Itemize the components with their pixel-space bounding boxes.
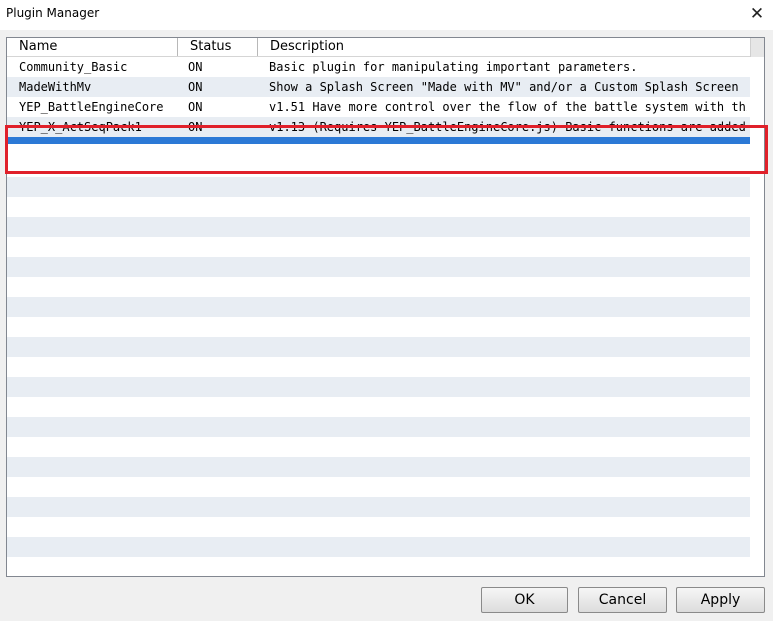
empty-row[interactable] <box>7 197 750 217</box>
plugin-row[interactable]: Community_Basic ON Basic plugin for mani… <box>7 57 750 77</box>
apply-button[interactable]: Apply <box>676 587 765 613</box>
empty-row[interactable] <box>7 317 750 337</box>
plugin-name: YEP_X_ActSeqPack1 <box>19 120 142 134</box>
column-header-status[interactable]: Status <box>178 38 258 56</box>
empty-row[interactable] <box>7 337 750 357</box>
empty-row[interactable] <box>7 217 750 237</box>
empty-row[interactable] <box>7 457 750 477</box>
plugin-name: YEP_BattleEngineCore <box>19 100 164 114</box>
empty-row[interactable] <box>7 477 750 497</box>
empty-row[interactable] <box>7 417 750 437</box>
list-header: Name Status Description <box>7 38 750 57</box>
empty-row[interactable] <box>7 277 750 297</box>
window-title: Plugin Manager <box>6 6 100 20</box>
column-header-name[interactable]: Name <box>7 38 178 56</box>
column-header-description[interactable]: Description <box>258 38 750 56</box>
empty-row[interactable] <box>7 377 750 397</box>
close-icon[interactable]: ✕ <box>741 0 773 28</box>
plugin-row[interactable]: MadeWithMv ON Show a Splash Screen "Made… <box>7 77 750 97</box>
plugin-name: MadeWithMv <box>19 80 92 94</box>
plugin-name: Community_Basic <box>19 60 128 74</box>
dialog-body: Name Status Description Community_Basic … <box>0 30 773 621</box>
plugin-status: ON <box>188 60 203 74</box>
empty-row[interactable] <box>7 357 750 377</box>
plugin-description: Show a Splash Screen "Made with MV" and/… <box>269 80 747 94</box>
empty-row[interactable] <box>7 437 750 457</box>
empty-row[interactable] <box>7 497 750 517</box>
empty-row[interactable] <box>7 157 750 177</box>
plugin-description: Basic plugin for manipulating important … <box>269 60 638 74</box>
plugin-description: v1.13 (Requires YEP_BattleEngineCore.js)… <box>269 120 747 134</box>
plugin-row[interactable]: YEP_BattleEngineCore ON v1.51 Have more … <box>7 97 750 117</box>
title-bar: Plugin Manager ✕ <box>0 0 773 30</box>
empty-row[interactable] <box>7 517 750 537</box>
empty-row[interactable] <box>7 397 750 417</box>
selected-empty-row[interactable] <box>7 137 750 144</box>
plugin-description: v1.51 Have more control over the flow of… <box>269 100 747 114</box>
plugin-status: ON <box>188 120 203 134</box>
empty-row[interactable] <box>7 257 750 277</box>
plugin-list[interactable]: Name Status Description Community_Basic … <box>6 37 765 577</box>
plugin-status: ON <box>188 80 203 94</box>
cancel-button[interactable]: Cancel <box>578 587 667 613</box>
ok-button[interactable]: OK <box>481 587 568 613</box>
empty-row[interactable] <box>7 557 750 576</box>
empty-row[interactable] <box>7 537 750 557</box>
empty-row[interactable] <box>7 297 750 317</box>
plugin-status: ON <box>188 100 203 114</box>
header-filler <box>750 38 764 57</box>
plugin-row[interactable]: YEP_X_ActSeqPack1 ON v1.13 (Requires YEP… <box>7 117 750 137</box>
empty-row[interactable] <box>7 237 750 257</box>
empty-row[interactable] <box>7 177 750 197</box>
